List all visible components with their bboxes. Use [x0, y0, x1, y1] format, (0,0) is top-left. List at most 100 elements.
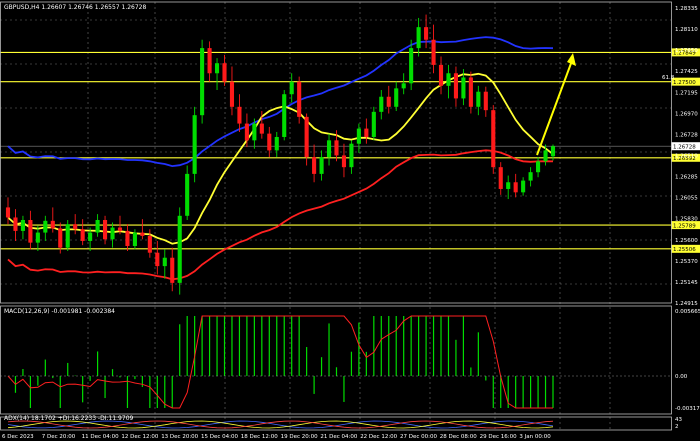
price-axis-label: 1.25830: [675, 217, 698, 223]
candle-body: [438, 64, 444, 86]
candle-body: [88, 232, 93, 241]
candle-body: [140, 232, 145, 236]
time-axis-label: 6 Dec 2023: [2, 434, 34, 440]
candle-body: [312, 157, 317, 174]
candle-body: [431, 39, 436, 65]
candle-body: [125, 230, 130, 246]
time-axis-label: 21 Dec 04:00: [320, 434, 357, 440]
time-axis-label: 13 Dec 20:00: [161, 434, 198, 440]
level-tag-text: 1.27500: [673, 80, 696, 86]
price-axis-label: 1.25600: [675, 238, 698, 244]
chart-root[interactable]: 1.278491.275001.265921.257891.255061.267…: [0, 0, 700, 441]
price-axis-label: 1.26510: [675, 154, 698, 160]
candle-body: [476, 91, 481, 107]
price-axis-label: 1.26285: [675, 175, 698, 181]
candle-body: [185, 173, 190, 216]
candle-body: [483, 91, 488, 111]
price-axis-label: 1.26970: [675, 111, 698, 117]
candle-body: [498, 167, 503, 189]
time-axis-label: 12 Dec 12:00: [121, 434, 158, 440]
candle-body: [289, 81, 294, 95]
time-axis-label: 11 Dec 04:00: [82, 434, 119, 440]
candle-body: [506, 182, 511, 189]
candle-body: [110, 227, 115, 240]
adx-axis-label: 43: [675, 417, 682, 423]
candle-body: [192, 115, 197, 174]
adx-axis-label: 2: [675, 424, 679, 430]
candle-body: [200, 48, 205, 116]
candle-body: [214, 63, 220, 74]
time-axis-label: 19 Dec 20:00: [281, 434, 318, 440]
candle-body: [513, 182, 518, 193]
candle-body: [446, 73, 451, 86]
candle-body: [349, 143, 354, 168]
candle-body: [132, 232, 137, 246]
time-axis-label: 18 Dec 12:00: [241, 434, 278, 440]
price-axis-label: 1.27425: [675, 69, 698, 75]
candle-body: [162, 257, 167, 267]
candle-body: [386, 96, 391, 107]
candle-body: [28, 219, 33, 243]
price-axis-label: 1.27650: [675, 48, 698, 54]
candle-body: [334, 140, 339, 156]
price-axis-label: 1.25145: [675, 280, 698, 286]
candle-body: [259, 123, 264, 134]
candle-body: [244, 123, 249, 141]
candle-body: [379, 96, 384, 112]
candle-body: [267, 133, 272, 151]
price-axis-label: 1.24915: [675, 301, 698, 307]
candle-body: [170, 257, 175, 283]
candle-body: [461, 77, 466, 99]
candle-body: [550, 146, 556, 157]
candle-body: [252, 123, 257, 141]
price-axis-label: 1.28335: [675, 6, 698, 12]
candle-body: [394, 88, 399, 107]
candle-body: [304, 116, 309, 158]
macd-axis-label: 0.00: [675, 374, 688, 380]
candle-body: [155, 252, 160, 267]
time-axis-label: 3 Jan 00:00: [519, 434, 551, 440]
time-axis-label: 15 Dec 04:00: [201, 434, 238, 440]
candle-body: [364, 128, 369, 137]
candle-body: [65, 224, 70, 248]
candle-body: [371, 111, 376, 137]
candle-body: [222, 63, 227, 82]
candle-body: [528, 172, 533, 181]
candle-body: [341, 155, 347, 168]
candle-body: [543, 150, 548, 162]
candle-body: [147, 235, 152, 253]
candle-body: [20, 219, 25, 231]
candle-body: [50, 220, 55, 229]
candle-body: [521, 180, 526, 193]
time-axis-label: 22 Dec 12:00: [360, 434, 397, 440]
candle-body: [356, 128, 361, 144]
candle-body: [207, 48, 212, 74]
candle-body: [409, 48, 414, 84]
price-axis-label: 1.26055: [675, 196, 698, 202]
candle-body: [5, 207, 11, 218]
candle-body: [13, 217, 18, 231]
candle-body: [416, 27, 421, 49]
adx-info: ADX(14) 18.1702 +DI:16.2233 -DI:11.9709: [4, 415, 134, 422]
candle-body: [536, 161, 541, 173]
candle-body: [282, 94, 287, 137]
candle-body: [297, 81, 302, 117]
candle-body: [274, 136, 279, 151]
macd-axis-label: 0.005665: [675, 309, 700, 315]
candle-body: [103, 219, 108, 240]
candle-body: [468, 77, 473, 107]
price-axis-label: 1.27195: [675, 90, 698, 96]
candle-body: [229, 81, 235, 107]
fib-level-label: 61.8: [662, 75, 675, 81]
macd-info: MACD(12,26,9) -0.001981 -0.002384: [4, 308, 115, 315]
candle-body: [35, 232, 40, 243]
level-tag-text: 1.25789: [673, 223, 696, 229]
candle-body: [401, 83, 406, 89]
price-axis-label: 1.25370: [675, 259, 698, 265]
candle-body: [424, 27, 429, 40]
candle-body: [80, 229, 85, 241]
candle-body: [58, 228, 63, 248]
time-axis-label: 7 Dec 20:00: [42, 434, 76, 440]
candle-body: [237, 106, 242, 124]
candle-body: [319, 157, 324, 174]
